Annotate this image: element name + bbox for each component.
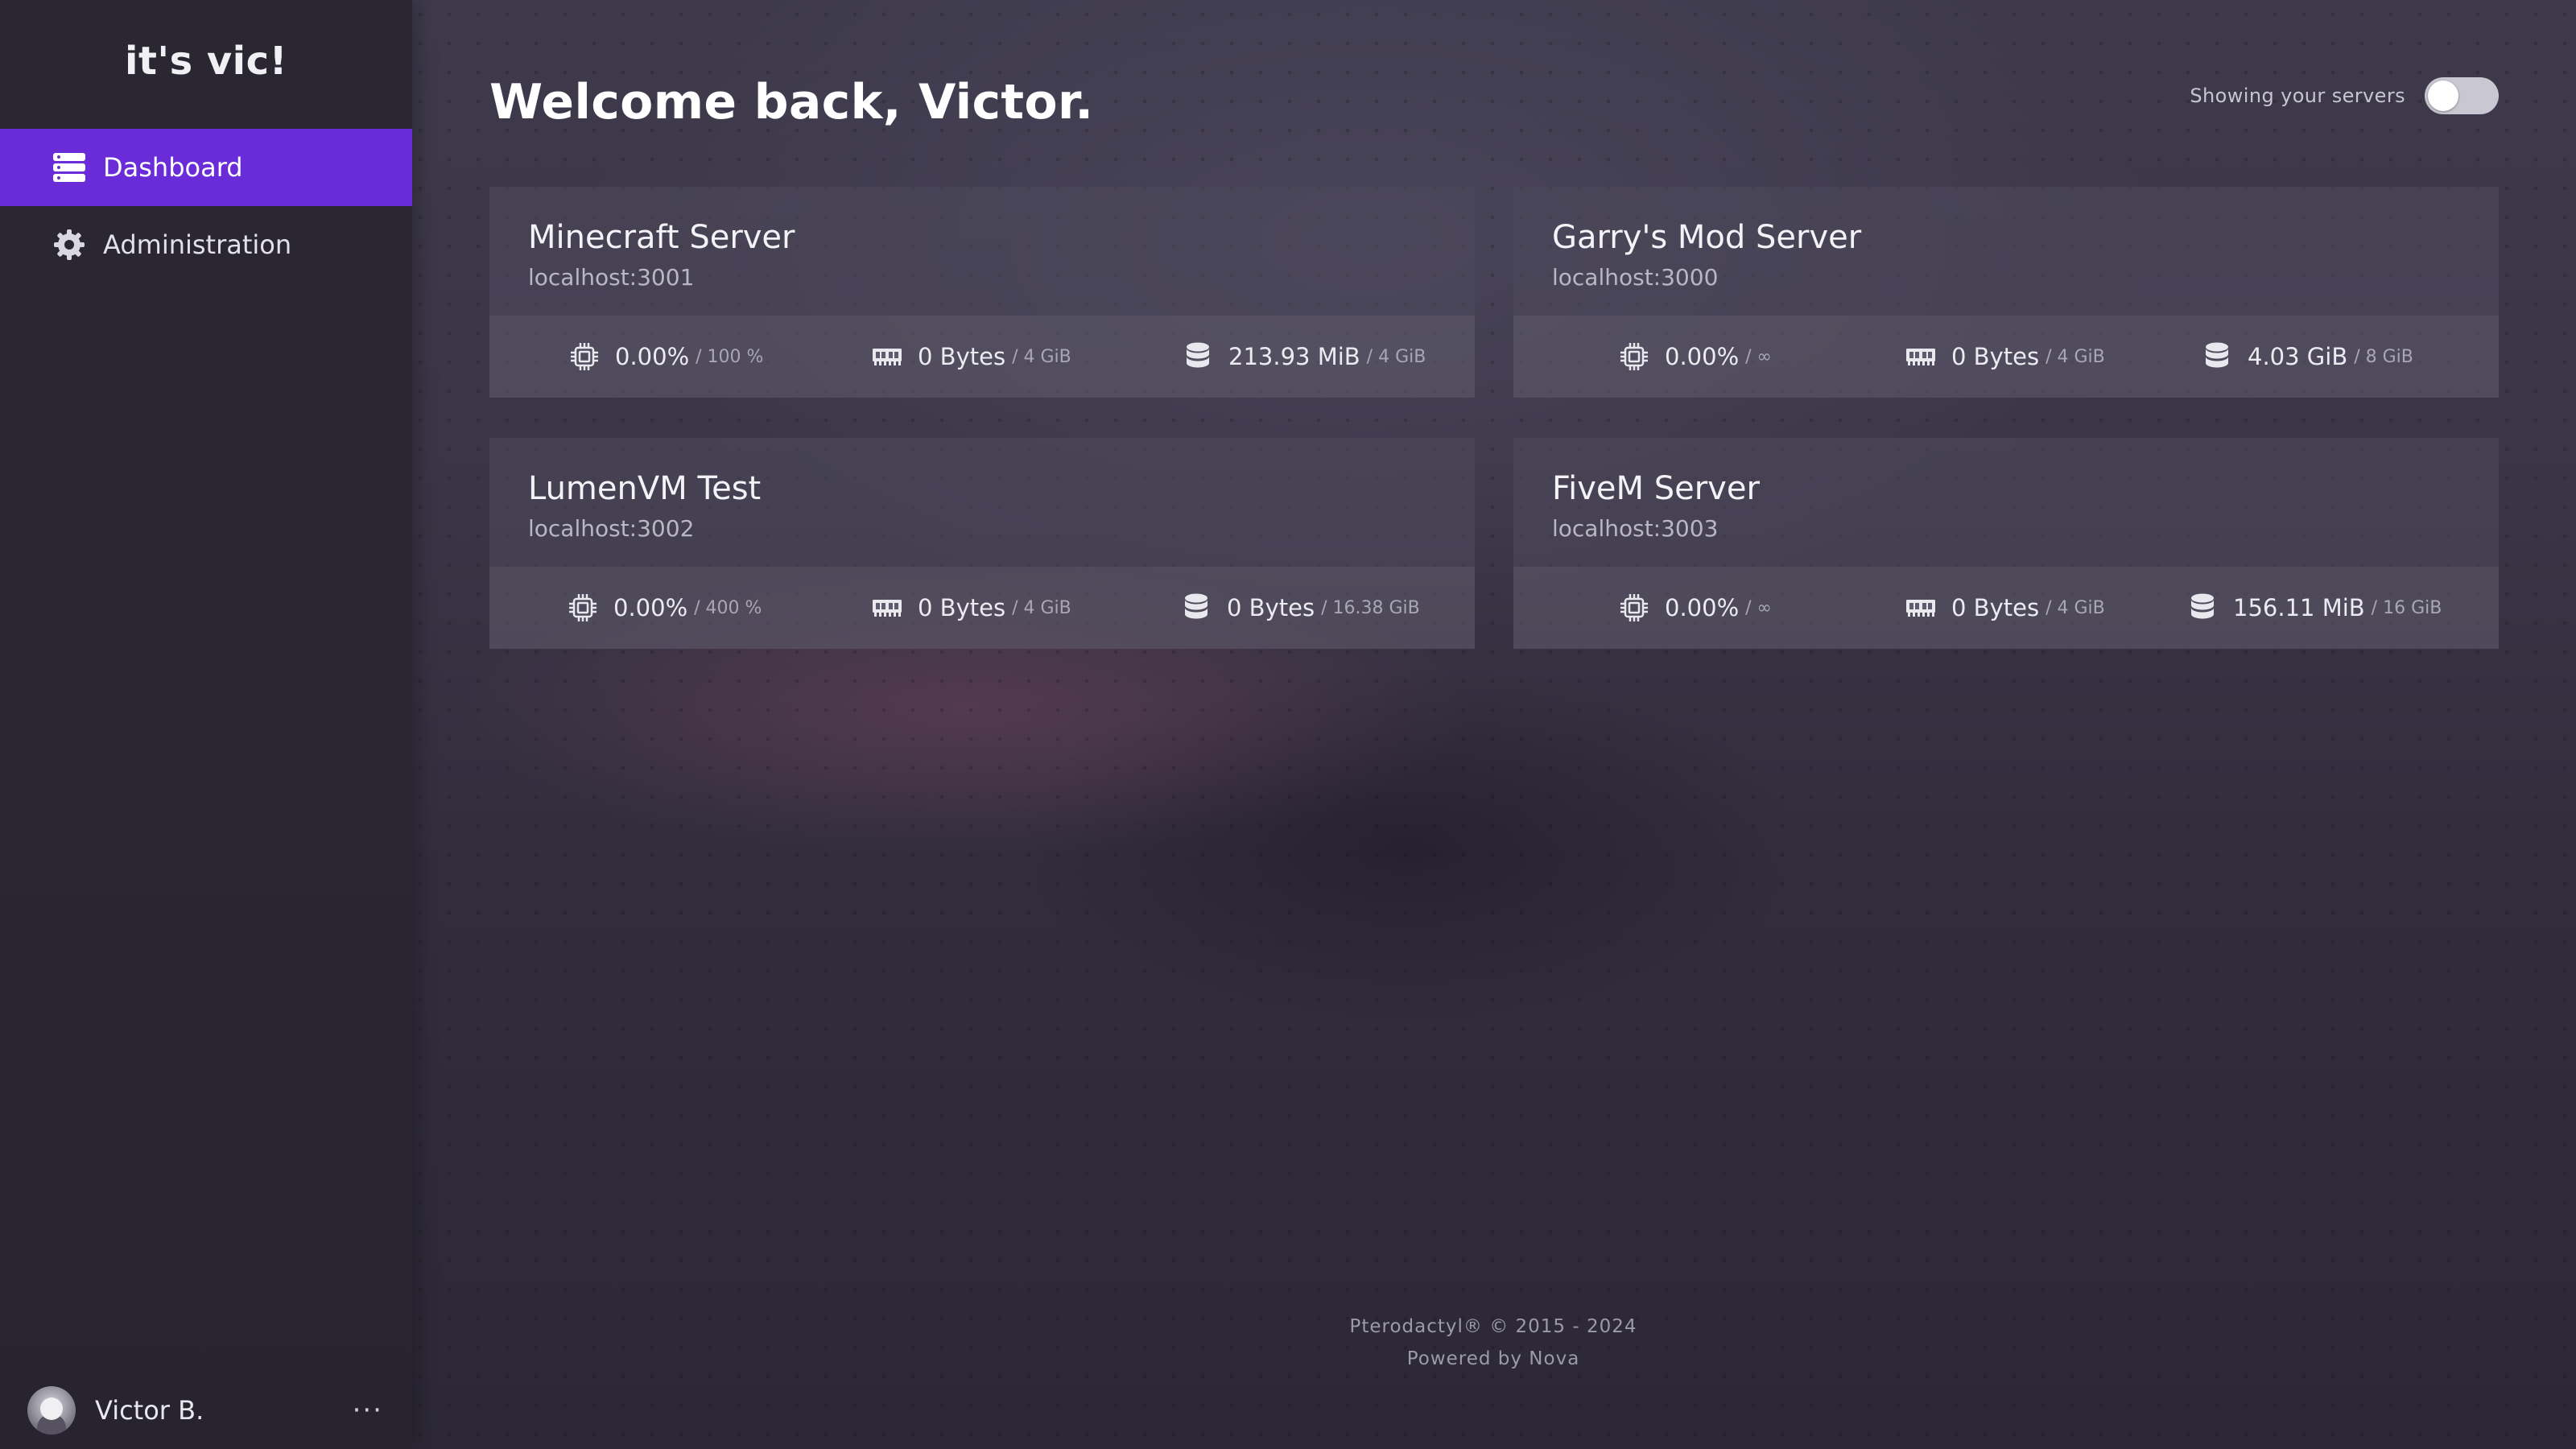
server-stats: 0.00% / 100 % 0 Bytes / 4 GiB 213.93 MiB / 4 …: [489, 316, 1475, 398]
memory-usage: 0 Bytes / 4 GiB: [1905, 567, 2105, 649]
cpu-value: 0.00%: [1665, 343, 1740, 370]
sidebar-item-dashboard[interactable]: Dashboard: [0, 129, 412, 206]
memory-icon: [871, 341, 903, 373]
memory-value: 0 Bytes: [1951, 594, 2040, 621]
footer-copyright[interactable]: Pterodactyl® © 2015 - 2024: [1224, 1311, 1763, 1343]
cpu-limit: / 400 %: [694, 597, 762, 618]
cpu-usage: 0.00% / ∞: [1618, 567, 1772, 649]
cpu-limit: / 100 %: [696, 346, 764, 367]
server-filter-toggle-group: Showing your servers: [2190, 77, 2499, 114]
server-name: FiveM Server: [1552, 470, 1760, 507]
memory-usage: 0 Bytes / 4 GiB: [871, 316, 1071, 398]
sidebar-item-label: Administration: [103, 229, 292, 260]
server-stats: 0.00% / ∞ 0 Bytes / 4 GiB 156.11 MiB / 16 GiB: [1513, 567, 2499, 649]
sidebar-item-label: Dashboard: [103, 152, 243, 183]
show-servers-toggle[interactable]: [2425, 77, 2499, 114]
server-address: localhost:3002: [528, 515, 695, 542]
disk-limit: / 8 GiB: [2354, 346, 2413, 367]
cpu-value: 0.00%: [613, 594, 688, 621]
disk-limit: / 4 GiB: [1366, 346, 1426, 367]
cpu-usage: 0.00% / 100 %: [568, 316, 763, 398]
server-card-header: LumenVM Test localhost:3002: [489, 438, 1475, 567]
disk-icon: [2201, 341, 2233, 373]
cpu-limit: / ∞: [1745, 346, 1772, 367]
server-card-header: Garry's Mod Server localhost:3000: [1513, 187, 2499, 316]
memory-limit: / 4 GiB: [1012, 597, 1071, 618]
disk-icon: [2186, 592, 2219, 624]
cpu-icon: [1618, 592, 1650, 624]
cpu-value: 0.00%: [615, 343, 690, 370]
cpu-icon: [567, 592, 599, 624]
memory-icon: [1905, 341, 1937, 373]
disk-value: 0 Bytes: [1227, 594, 1315, 621]
server-name: Garry's Mod Server: [1552, 219, 1862, 256]
toggle-label: Showing your servers: [2190, 85, 2405, 107]
server-card[interactable]: Minecraft Server localhost:3001 0.00% / 100…: [489, 187, 1475, 398]
memory-value: 0 Bytes: [918, 594, 1006, 621]
server-card[interactable]: Garry's Mod Server localhost:3000 0.00% / ∞…: [1513, 187, 2499, 398]
memory-usage: 0 Bytes / 4 GiB: [1905, 316, 2105, 398]
page-title: Welcome back, Victor.: [489, 74, 1094, 130]
disk-usage: 4.03 GiB / 8 GiB: [2201, 316, 2413, 398]
cpu-usage: 0.00% / ∞: [1618, 316, 1772, 398]
memory-usage: 0 Bytes / 4 GiB: [871, 567, 1071, 649]
server-card-header: Minecraft Server localhost:3001: [489, 187, 1475, 316]
memory-value: 0 Bytes: [918, 343, 1006, 370]
server-address: localhost:3000: [1552, 264, 1719, 291]
memory-value: 0 Bytes: [1951, 343, 2040, 370]
server-stats: 0.00% / ∞ 0 Bytes / 4 GiB 4.03 GiB / 8 GiB: [1513, 316, 2499, 398]
server-name: LumenVM Test: [528, 470, 762, 507]
sidebar: it's vic! Dashboard Administration Victo…: [0, 0, 412, 1449]
footer: Pterodactyl® © 2015 - 2024 Powered by No…: [1224, 1311, 1763, 1375]
user-bar: Victor B. ···: [0, 1372, 412, 1449]
memory-limit: / 4 GiB: [2046, 597, 2105, 618]
sidebar-item-administration[interactable]: Administration: [0, 206, 412, 283]
memory-icon: [871, 592, 903, 624]
brand-logo[interactable]: it's vic!: [0, 39, 412, 84]
gear-icon: [52, 227, 87, 262]
disk-limit: / 16 GiB: [2371, 597, 2442, 618]
cpu-usage: 0.00% / 400 %: [567, 567, 762, 649]
disk-value: 4.03 GiB: [2248, 343, 2348, 370]
server-card-header: FiveM Server localhost:3003: [1513, 438, 2499, 567]
disk-usage: 0 Bytes / 16.38 GiB: [1180, 567, 1420, 649]
server-address: localhost:3003: [1552, 515, 1719, 542]
more-options-icon[interactable]: ···: [353, 1394, 383, 1426]
server-stack-icon: [52, 150, 87, 185]
disk-value: 213.93 MiB: [1228, 343, 1360, 370]
disk-usage: 156.11 MiB / 16 GiB: [2186, 567, 2442, 649]
disk-icon: [1180, 592, 1212, 624]
server-address: localhost:3001: [528, 264, 695, 291]
disk-usage: 213.93 MiB / 4 GiB: [1182, 316, 1426, 398]
cpu-icon: [568, 341, 601, 373]
memory-limit: / 4 GiB: [1012, 346, 1071, 367]
cpu-icon: [1618, 341, 1650, 373]
memory-limit: / 4 GiB: [2046, 346, 2105, 367]
disk-value: 156.11 MiB: [2233, 594, 2365, 621]
server-stats: 0.00% / 400 % 0 Bytes / 4 GiB 0 Bytes / 16.38…: [489, 567, 1475, 649]
cpu-limit: / ∞: [1745, 597, 1772, 618]
server-card[interactable]: FiveM Server localhost:3003 0.00% / ∞ 0 Byte…: [1513, 438, 2499, 649]
server-name: Minecraft Server: [528, 219, 795, 256]
avatar[interactable]: [27, 1386, 76, 1435]
memory-icon: [1905, 592, 1937, 624]
cpu-value: 0.00%: [1665, 594, 1740, 621]
user-name: Victor B.: [95, 1395, 204, 1426]
disk-icon: [1182, 341, 1214, 373]
disk-limit: / 16.38 GiB: [1321, 597, 1420, 618]
server-card[interactable]: LumenVM Test localhost:3002 0.00% / 400 % 0 …: [489, 438, 1475, 649]
toggle-knob: [2428, 80, 2458, 111]
footer-powered-by[interactable]: Powered by Nova: [1224, 1343, 1763, 1375]
